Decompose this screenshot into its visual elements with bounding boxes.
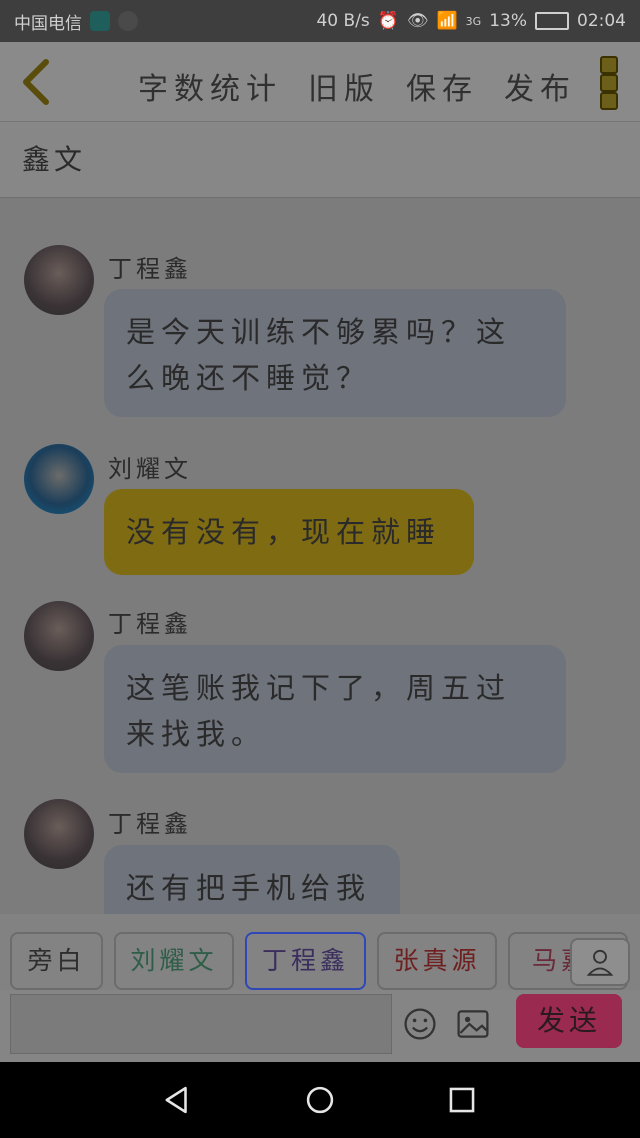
character-chip-ding-chengxin[interactable]: 丁程鑫 (245, 932, 366, 990)
message-text: 还有把手机给我 (126, 871, 372, 905)
chat-area[interactable]: 丁程鑫 是今天训练不够累吗？这 么晚还不睡觉？ 刘耀文 没有没有，现在就睡 丁程… (0, 199, 640, 914)
emoji-icon[interactable] (402, 1006, 438, 1042)
top-bar: 字数统计 旧版 保存 发布 (0, 42, 640, 122)
battery-percent: 13% (489, 11, 527, 31)
back-arrow-icon[interactable] (18, 58, 54, 106)
send-button[interactable]: 发送 (516, 994, 622, 1048)
message-text: 来找我。 (126, 717, 267, 751)
carrier-label: 中国电信 (14, 13, 82, 34)
eye-icon: 👁 (406, 11, 429, 31)
battery-icon (535, 12, 569, 30)
sender-name: 丁程鑫 (108, 255, 192, 283)
character-chip-liu-yaowen[interactable]: 刘耀文 (114, 932, 234, 990)
message-input[interactable] (10, 994, 392, 1054)
wechat-icon (118, 11, 138, 31)
person-icon (586, 949, 614, 976)
wifi-icon: 📶 (436, 11, 458, 31)
nav-recents-icon[interactable] (445, 1083, 479, 1117)
sender-name: 丁程鑫 (108, 810, 192, 838)
system-nav-bar (0, 1062, 640, 1138)
shield-icon (90, 11, 110, 31)
message-text: 这笔账我记下了，周五过 (126, 671, 512, 705)
nav-home-icon[interactable] (303, 1083, 337, 1117)
image-icon[interactable] (455, 1006, 491, 1042)
more-menu-icon[interactable] (600, 56, 618, 110)
character-selector: 旁白 刘耀文 丁程鑫 张真源 马嘉祺 (0, 914, 640, 990)
avatar[interactable] (24, 245, 94, 315)
word-count-button[interactable]: 字数统计 (138, 64, 282, 108)
message-bubble[interactable]: 没有没有，现在就睡 (104, 489, 474, 575)
add-character-button[interactable] (570, 938, 630, 986)
message-bubble[interactable]: 还有把手机给我 (104, 845, 400, 914)
alarm-icon: ⏰ (377, 11, 399, 31)
signal-label: 3G (465, 14, 482, 28)
avatar[interactable] (24, 601, 94, 671)
message-bubble[interactable]: 这笔账我记下了，周五过 来找我。 (104, 645, 566, 773)
avatar[interactable] (24, 444, 94, 514)
publish-button[interactable]: 发布 (504, 64, 576, 108)
avatar[interactable] (24, 799, 94, 869)
character-chip-narrator[interactable]: 旁白 (10, 932, 103, 990)
network-speed: 40 B/s (316, 11, 370, 31)
message-text: 没有没有，现在就睡 (126, 515, 442, 549)
message-bubble[interactable]: 是今天训练不够累吗？这 么晚还不睡觉？ (104, 289, 566, 417)
input-bar: 发送 (0, 990, 640, 1062)
clock: 02:04 (577, 11, 626, 31)
save-button[interactable]: 保存 (406, 64, 478, 108)
story-title[interactable]: 鑫文 (0, 122, 640, 198)
character-chip-zhang-zhenyuan[interactable]: 张真源 (377, 932, 497, 990)
status-bar: 中国电信 40 B/s ⏰ 👁 📶 3G 13% 02:04 (0, 0, 640, 42)
sender-name: 丁程鑫 (108, 610, 192, 638)
sender-name: 刘耀文 (108, 455, 192, 483)
toolbar-actions: 字数统计 旧版 保存 发布 (138, 64, 576, 108)
old-version-button[interactable]: 旧版 (308, 64, 380, 108)
message-text: 么晚还不睡觉？ (126, 361, 372, 395)
nav-back-icon[interactable] (160, 1083, 194, 1117)
message-text: 是今天训练不够累吗？这 (126, 315, 512, 349)
